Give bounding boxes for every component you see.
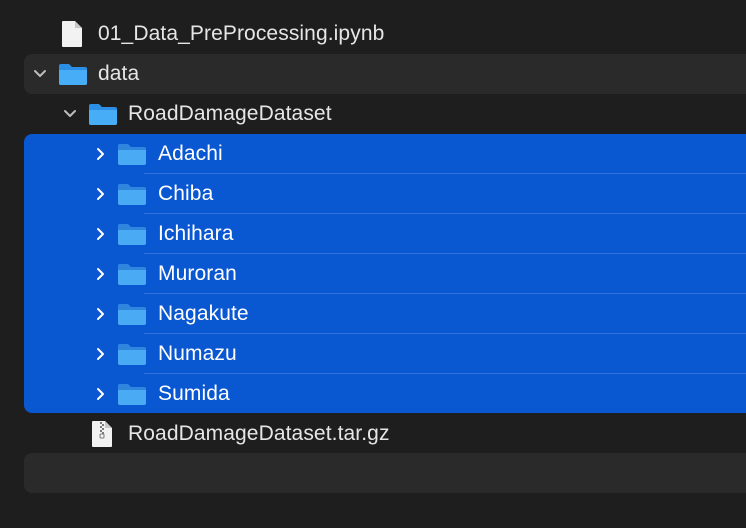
folder-icon — [59, 64, 87, 85]
list-item-numazu-folder[interactable]: Numazu — [0, 334, 746, 374]
chevron-right-icon[interactable] — [93, 226, 109, 242]
folder-icon — [118, 144, 146, 165]
list-item-roaddamagedataset-folder[interactable]: RoadDamageDataset — [0, 94, 746, 134]
finder-list-view: 01_Data_PreProcessing.ipynb data RoadDam… — [0, 0, 746, 528]
folder-icon — [118, 264, 146, 285]
chevron-right-icon[interactable] — [93, 146, 109, 162]
item-label: Nagakute — [158, 302, 249, 325]
chevron-right-icon[interactable] — [93, 346, 109, 362]
chevron-right-icon[interactable] — [93, 306, 109, 322]
item-label: Chiba — [158, 182, 214, 205]
item-label: Sumida — [158, 382, 230, 405]
item-label: RoadDamageDataset.tar.gz — [128, 422, 390, 445]
folder-icon — [89, 104, 117, 125]
item-label: 01_Data_PreProcessing.ipynb — [98, 22, 385, 45]
folder-icon — [118, 384, 146, 405]
folder-icon — [118, 344, 146, 365]
folder-icon — [118, 184, 146, 205]
chevron-right-icon[interactable] — [93, 386, 109, 402]
list-item-nagakute-folder[interactable]: Nagakute — [0, 294, 746, 334]
empty-row-band — [24, 453, 746, 493]
folder-icon — [118, 304, 146, 325]
folder-icon — [118, 224, 146, 245]
list-item-ichihara-folder[interactable]: Ichihara — [0, 214, 746, 254]
chevron-right-icon[interactable] — [93, 186, 109, 202]
document-icon — [62, 21, 82, 47]
chevron-down-icon[interactable] — [32, 66, 48, 82]
list-item-muroran-folder[interactable]: Muroran — [0, 254, 746, 294]
chevron-down-icon[interactable] — [62, 106, 78, 122]
item-label: Ichihara — [158, 222, 234, 245]
item-label: Numazu — [158, 342, 237, 365]
item-label: data — [98, 62, 140, 85]
list-item-sumida-folder[interactable]: Sumida — [0, 374, 746, 414]
item-label: RoadDamageDataset — [128, 102, 332, 125]
item-label: Adachi — [158, 142, 223, 165]
chevron-right-icon[interactable] — [93, 266, 109, 282]
archive-icon — [92, 421, 112, 447]
list-item-data-folder[interactable]: data — [0, 54, 746, 94]
list-item-archive[interactable]: RoadDamageDataset.tar.gz — [0, 414, 746, 454]
list-item-notebook[interactable]: 01_Data_PreProcessing.ipynb — [0, 14, 746, 54]
list-item-adachi-folder[interactable]: Adachi — [0, 134, 746, 174]
list-item-chiba-folder[interactable]: Chiba — [0, 174, 746, 214]
item-label: Muroran — [158, 262, 237, 285]
